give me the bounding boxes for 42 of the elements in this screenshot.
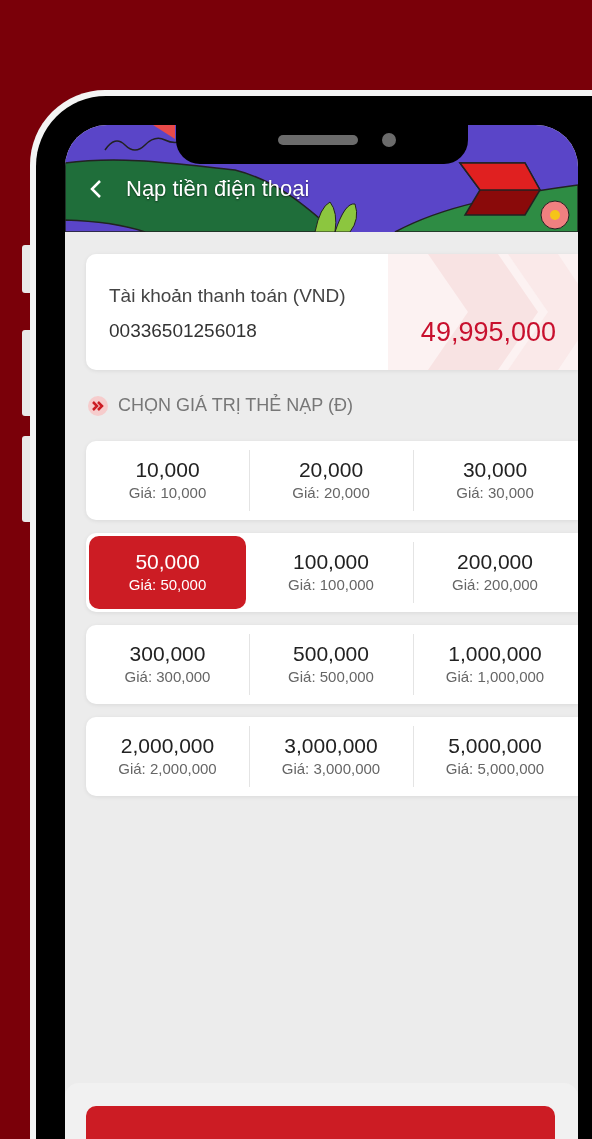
card-value: 3,000,000 <box>284 732 378 758</box>
card-value: 1,000,000 <box>448 640 542 666</box>
denomination-option[interactable]: 200,000 Giá: 200,000 <box>413 533 577 612</box>
account-balance: 49,995,000 <box>420 316 556 349</box>
card-price: Giá: 1,000,000 <box>445 666 545 687</box>
card-price: Giá: 2,000,000 <box>118 758 217 779</box>
card-value: 500,000 <box>293 640 369 666</box>
account-number: 00336501256018 <box>109 319 257 343</box>
card-price: Giá: 100,000 <box>288 574 374 595</box>
card-value: 30,000 <box>462 456 528 482</box>
card-price: Giá: 5,000,000 <box>445 758 545 779</box>
denomination-option[interactable]: 3,000,000 Giá: 3,000,000 <box>249 717 413 796</box>
section-title: CHỌN GIÁ TRỊ THẺ NẠP (Đ) <box>118 393 354 417</box>
card-price: Giá: 300,000 <box>124 666 211 687</box>
card-value: 100,000 <box>293 548 369 574</box>
denomination-option[interactable]: 2,000,000 Giá: 2,000,000 <box>86 717 249 796</box>
denomination-option[interactable]: 20,000 Giá: 20,000 <box>249 441 413 520</box>
double-chevron-icon <box>88 395 108 416</box>
denomination-option[interactable]: 50,000 Giá: 50,000 <box>89 536 246 609</box>
back-icon[interactable] <box>90 178 102 199</box>
card-price: Giá: 20,000 <box>292 482 370 503</box>
card-price: Giá: 30,000 <box>456 482 534 503</box>
card-value: 200,000 <box>457 548 533 574</box>
denomination-option[interactable]: 10,000 Giá: 10,000 <box>86 441 249 520</box>
card-value: 5,000,000 <box>448 732 542 758</box>
account-label: Tài khoản thanh toán (VND) <box>109 284 346 308</box>
denomination-option[interactable]: 300,000 Giá: 300,000 <box>86 625 249 704</box>
card-value: 10,000 <box>135 456 200 482</box>
denomination-option[interactable]: 5,000,000 Giá: 5,000,000 <box>413 717 577 796</box>
card-value: 2,000,000 <box>120 732 215 758</box>
card-price: Giá: 500,000 <box>288 666 374 687</box>
card-value: 300,000 <box>129 640 206 666</box>
denomination-option[interactable]: 100,000 Giá: 100,000 <box>249 533 413 612</box>
card-value: 50,000 <box>135 548 200 574</box>
denomination-option[interactable]: 500,000 Giá: 500,000 <box>249 625 413 704</box>
card-price: Giá: 3,000,000 <box>281 758 381 779</box>
card-price: Giá: 50,000 <box>128 574 207 595</box>
card-price: Giá: 10,000 <box>128 482 207 503</box>
card-value: 20,000 <box>298 456 364 482</box>
denomination-option[interactable]: 30,000 Giá: 30,000 <box>413 441 577 520</box>
card-price: Giá: 200,000 <box>452 574 538 595</box>
denomination-option[interactable]: 1,000,000 Giá: 1,000,000 <box>413 625 577 704</box>
